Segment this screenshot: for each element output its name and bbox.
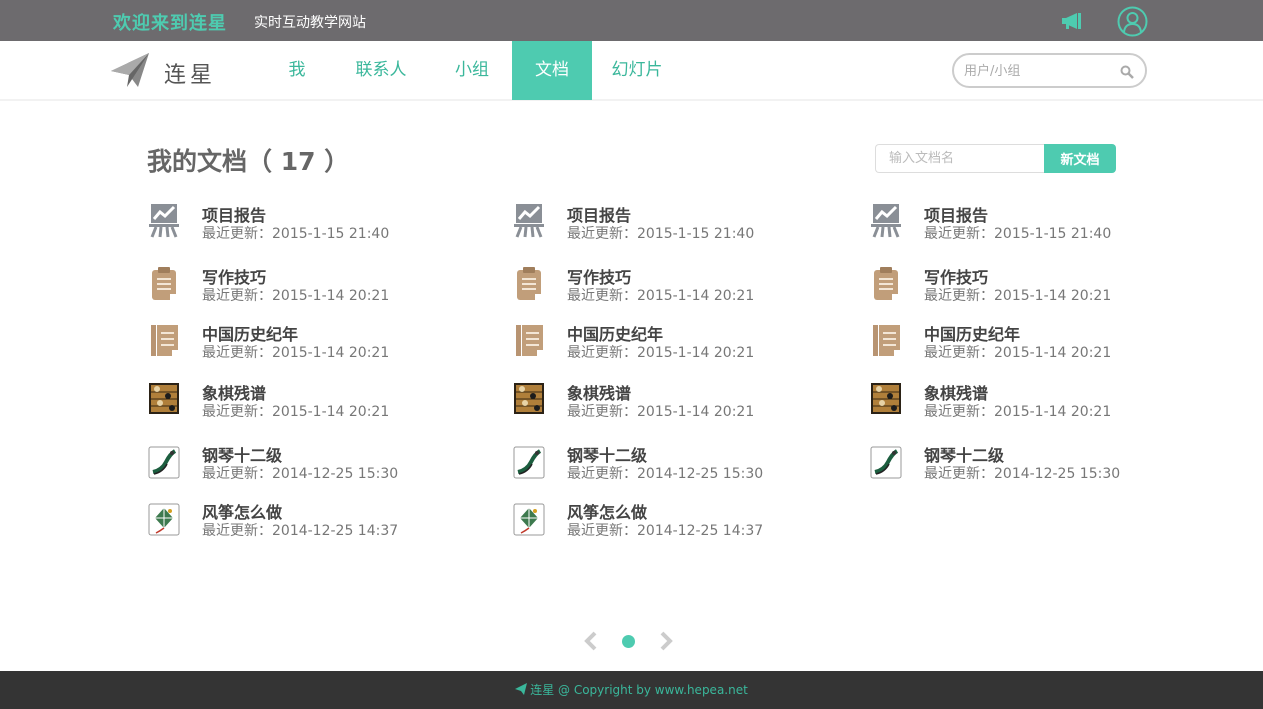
- document-updated-time: 最近更新：2015-1-14 20:21: [202, 345, 390, 361]
- chart-board-icon[interactable]: [148, 202, 180, 238]
- document-updated-time: 最近更新：2015-1-15 21:40: [202, 226, 390, 242]
- piano-thumbnail-icon[interactable]: [148, 444, 180, 480]
- nav-item-slides[interactable]: 幻灯片: [601, 41, 673, 100]
- user-avatar-icon[interactable]: [1117, 6, 1148, 37]
- kite-thumbnail-icon[interactable]: [148, 501, 180, 537]
- search-box: [952, 53, 1147, 88]
- document-item[interactable]: 象棋残谱 最近更新：2015-1-14 20:21: [513, 380, 813, 424]
- document-item[interactable]: 项目报告 最近更新：2015-1-15 21:40: [148, 202, 448, 246]
- nav-item-groups[interactable]: 小组: [443, 41, 501, 100]
- paper-plane-logo-icon[interactable]: [110, 51, 150, 89]
- piano-thumbnail-icon[interactable]: [513, 444, 545, 480]
- document-item[interactable]: 中国历史纪年 最近更新：2015-1-14 20:21: [513, 321, 813, 365]
- document-updated-time: 最近更新：2015-1-14 20:21: [924, 288, 1112, 304]
- document-updated-time: 最近更新：2014-12-25 14:37: [567, 523, 764, 539]
- document-item[interactable]: 中国历史纪年 最近更新：2015-1-14 20:21: [148, 321, 448, 365]
- nav-item-documents[interactable]: 文档: [512, 41, 592, 100]
- chess-thumbnail-icon[interactable]: [513, 380, 545, 416]
- document-updated-time: 最近更新：2015-1-14 20:21: [202, 404, 390, 420]
- clipboard-icon[interactable]: [148, 266, 180, 302]
- kite-thumbnail-icon[interactable]: [513, 501, 545, 537]
- document-item[interactable]: 写作技巧 最近更新：2015-1-14 20:21: [870, 264, 1170, 308]
- document-item[interactable]: 象棋残谱 最近更新：2015-1-14 20:21: [870, 380, 1170, 424]
- main-navbar: 连星 我 联系人 小组 文档 幻灯片: [0, 41, 1263, 101]
- document-updated-time: 最近更新：2015-1-14 20:21: [924, 345, 1112, 361]
- new-document-button[interactable]: 新文档: [1044, 144, 1116, 173]
- site-subtitle: 实时互动教学网站: [254, 15, 366, 31]
- chess-thumbnail-icon[interactable]: [870, 380, 902, 416]
- clipboard-icon[interactable]: [513, 266, 545, 302]
- document-name-input[interactable]: [875, 144, 1045, 173]
- document-updated-time: 最近更新：2015-1-14 20:21: [924, 404, 1112, 420]
- document-updated-time: 最近更新：2015-1-14 20:21: [567, 345, 755, 361]
- page-title: 我的文档（ 17 ）: [147, 147, 350, 176]
- document-item[interactable]: 钢琴十二级 最近更新：2014-12-25 15:30: [513, 442, 813, 486]
- document-updated-time: 最近更新：2015-1-14 20:21: [567, 288, 755, 304]
- document-updated-time: 最近更新：2015-1-14 20:21: [202, 288, 390, 304]
- document-item[interactable]: 风筝怎么做 最近更新：2014-12-25 14:37: [513, 499, 813, 543]
- notebook-icon[interactable]: [148, 323, 180, 359]
- footer: 连星 @ Copyright by www.hepea.net: [0, 671, 1263, 709]
- document-item[interactable]: 写作技巧 最近更新：2015-1-14 20:21: [148, 264, 448, 308]
- chevron-right-icon[interactable]: [657, 631, 675, 651]
- new-document-form: 新文档: [875, 144, 1116, 173]
- document-item[interactable]: 风筝怎么做 最近更新：2014-12-25 14:37: [148, 499, 448, 543]
- top-bar: 欢迎来到连星 实时互动教学网站: [0, 0, 1263, 41]
- search-input[interactable]: [964, 61, 1114, 81]
- megaphone-icon[interactable]: [1060, 10, 1084, 32]
- document-item[interactable]: 钢琴十二级 最近更新：2014-12-25 15:30: [870, 442, 1170, 486]
- piano-thumbnail-icon[interactable]: [870, 444, 902, 480]
- document-updated-time: 最近更新：2015-1-15 21:40: [567, 226, 755, 242]
- document-updated-time: 最近更新：2015-1-14 20:21: [567, 404, 755, 420]
- footer-copyright[interactable]: 连星 @ Copyright by www.hepea.net: [530, 683, 748, 697]
- notebook-icon[interactable]: [870, 323, 902, 359]
- page-indicator-dot[interactable]: [622, 635, 635, 648]
- welcome-text: 欢迎来到连星: [113, 13, 227, 34]
- chevron-left-icon[interactable]: [582, 631, 600, 651]
- chess-thumbnail-icon[interactable]: [148, 380, 180, 416]
- chart-board-icon[interactable]: [513, 202, 545, 238]
- document-item[interactable]: 项目报告 最近更新：2015-1-15 21:40: [870, 202, 1170, 246]
- document-item[interactable]: 写作技巧 最近更新：2015-1-14 20:21: [513, 264, 813, 308]
- document-updated-time: 最近更新：2014-12-25 15:30: [567, 466, 764, 482]
- document-updated-time: 最近更新：2014-12-25 15:30: [202, 466, 399, 482]
- document-updated-time: 最近更新：2014-12-25 14:37: [202, 523, 399, 539]
- nav-item-contacts[interactable]: 联系人: [342, 41, 420, 100]
- clipboard-icon[interactable]: [870, 266, 902, 302]
- paper-plane-icon: [515, 672, 528, 695]
- document-item[interactable]: 项目报告 最近更新：2015-1-15 21:40: [513, 202, 813, 246]
- search-icon[interactable]: [1120, 64, 1134, 79]
- chart-board-icon[interactable]: [870, 202, 902, 238]
- logo-text[interactable]: 连星: [164, 57, 216, 89]
- document-item[interactable]: 中国历史纪年 最近更新：2015-1-14 20:21: [870, 321, 1170, 365]
- nav-item-me[interactable]: 我: [276, 41, 318, 100]
- document-updated-time: 最近更新：2015-1-15 21:40: [924, 226, 1112, 242]
- document-updated-time: 最近更新：2014-12-25 15:30: [924, 466, 1121, 482]
- document-item[interactable]: 象棋残谱 最近更新：2015-1-14 20:21: [148, 380, 448, 424]
- document-item[interactable]: 钢琴十二级 最近更新：2014-12-25 15:30: [148, 442, 448, 486]
- notebook-icon[interactable]: [513, 323, 545, 359]
